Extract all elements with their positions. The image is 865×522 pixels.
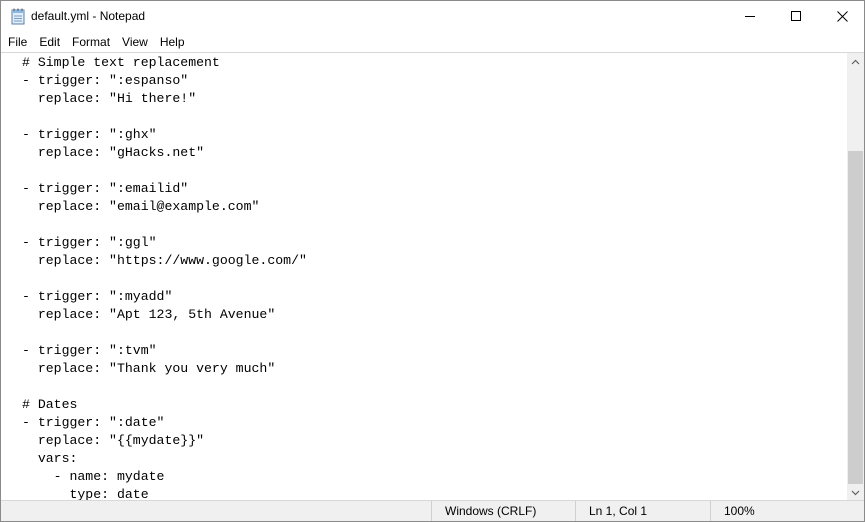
scrollbar-thumb[interactable] (848, 151, 863, 484)
editor-line: vars: (22, 451, 78, 466)
text-editor[interactable]: # Simple text replacement - trigger: ":e… (1, 52, 847, 501)
notepad-window: default.yml - Notepad File Edit Format V… (0, 0, 865, 522)
editor-line: replace: "email@example.com" (22, 199, 260, 214)
editor-line: # Simple text replacement (22, 55, 220, 70)
editor-line: - trigger: ":date" (22, 415, 165, 430)
menu-view[interactable]: View (116, 32, 154, 52)
menu-format[interactable]: Format (66, 32, 116, 52)
scroll-up-button[interactable] (847, 53, 864, 70)
menu-file[interactable]: File (1, 32, 33, 52)
editor-line: - trigger: ":emailid" (22, 181, 189, 196)
editor-line: # Dates (22, 397, 78, 412)
title-bar[interactable]: default.yml - Notepad (1, 1, 864, 32)
status-zoom: 100% (710, 501, 864, 521)
status-bar: Windows (CRLF) Ln 1, Col 1 100% (1, 500, 864, 521)
maximize-icon (791, 11, 801, 21)
editor-line: - trigger: ":ggl" (22, 235, 157, 250)
editor-line: replace: "https://www.google.com/" (22, 253, 307, 268)
close-button[interactable] (819, 1, 864, 31)
minimize-icon (745, 16, 755, 17)
vertical-scrollbar[interactable] (847, 52, 864, 501)
editor-content[interactable]: # Simple text replacement - trigger: ":e… (22, 54, 307, 501)
status-cursor-position: Ln 1, Col 1 (575, 501, 709, 521)
window-title: default.yml - Notepad (31, 9, 146, 23)
menu-edit[interactable]: Edit (33, 32, 66, 52)
editor-line: type: date (22, 487, 149, 501)
status-line-ending: Windows (CRLF) (431, 501, 565, 521)
menu-bar: File Edit Format View Help (1, 32, 864, 52)
minimize-button[interactable] (727, 1, 773, 31)
notepad-icon (11, 8, 25, 25)
editor-line: replace: "Apt 123, 5th Avenue" (22, 307, 276, 322)
editor-line: replace: "Hi there!" (22, 91, 197, 106)
chevron-down-icon (851, 490, 860, 495)
editor-line: - trigger: ":espanso" (22, 73, 189, 88)
editor-line: - trigger: ":myadd" (22, 289, 173, 304)
close-icon (836, 10, 848, 22)
editor-line: replace: "{{mydate}}" (22, 433, 205, 448)
maximize-button[interactable] (773, 1, 819, 31)
scroll-down-button[interactable] (847, 484, 864, 501)
editor-line: - trigger: ":ghx" (22, 127, 157, 142)
menu-help[interactable]: Help (154, 32, 191, 52)
editor-line: replace: "gHacks.net" (22, 145, 205, 160)
editor-line: - name: mydate (22, 469, 165, 484)
editor-line: - trigger: ":tvm" (22, 343, 157, 358)
editor-line: replace: "Thank you very much" (22, 361, 276, 376)
chevron-up-icon (851, 59, 860, 64)
